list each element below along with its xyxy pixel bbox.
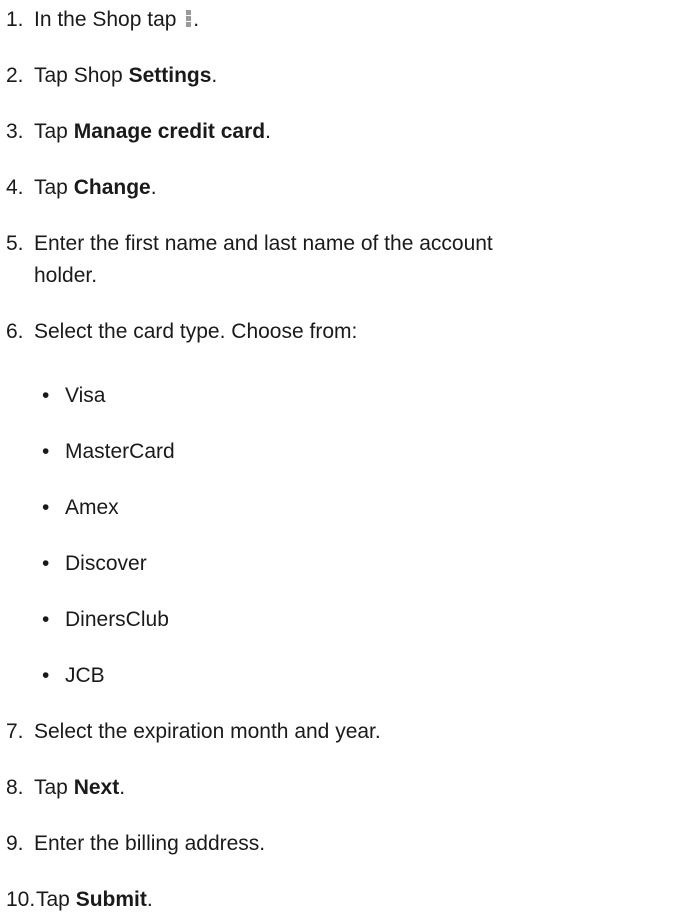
bullet: • bbox=[42, 496, 50, 519]
step-text-post: . bbox=[265, 120, 271, 143]
step-text-bold: Settings bbox=[128, 64, 212, 87]
step-number: 9. bbox=[6, 832, 24, 855]
kebab-menu-icon bbox=[186, 10, 192, 28]
step-text: Tap Submit. bbox=[36, 887, 683, 913]
step-number: 8. bbox=[6, 776, 24, 799]
step-text: Tap Manage credit card. bbox=[34, 119, 683, 145]
step-number: 7. bbox=[6, 720, 24, 743]
bullet: • bbox=[42, 384, 50, 407]
bullet: • bbox=[42, 664, 50, 687]
card-type-label: Discover bbox=[65, 552, 147, 575]
step-text: In the Shop tap . bbox=[34, 7, 683, 33]
step-text: Select the card type. Choose from: bbox=[34, 320, 358, 343]
step-number: 4. bbox=[6, 176, 24, 199]
step-text: Tap Change. bbox=[34, 175, 683, 201]
step-number: 6. bbox=[6, 320, 24, 343]
step-number: 3. bbox=[6, 120, 24, 143]
step-text-bold: Submit bbox=[75, 888, 147, 911]
bullet: • bbox=[42, 440, 50, 463]
step-text-pre: Tap bbox=[34, 776, 74, 799]
card-type-label: Amex bbox=[65, 496, 119, 519]
step-text-pre: In the Shop tap bbox=[34, 8, 177, 31]
step-text-post: . bbox=[150, 176, 157, 199]
card-type-label: JCB bbox=[65, 664, 105, 687]
step-text-post: . bbox=[146, 888, 153, 911]
step-text: Enter the billing address. bbox=[34, 832, 266, 855]
step-number: 2. bbox=[6, 64, 24, 87]
step-number: 10. bbox=[6, 888, 36, 911]
step-text: Tap Shop Settings. bbox=[34, 63, 683, 89]
card-type-label: Visa bbox=[65, 384, 106, 407]
bullet: • bbox=[42, 608, 50, 631]
step-text-bold: Manage credit card bbox=[73, 120, 266, 143]
step-text-post: . bbox=[119, 776, 126, 799]
step-text: Tap Next. bbox=[34, 775, 683, 801]
card-type-label: DinersClub bbox=[65, 608, 169, 631]
step-text-bold: Next bbox=[73, 776, 120, 799]
card-type-label: MasterCard bbox=[65, 440, 175, 463]
step-text-line-2: holder. bbox=[34, 264, 98, 287]
step-text-line-1: Enter the first name and last name of th… bbox=[34, 232, 493, 255]
step-text-post: . bbox=[211, 64, 218, 87]
step-text-pre: Tap bbox=[36, 888, 76, 911]
step-text: Select the expiration month and year. bbox=[34, 720, 381, 743]
step-number: 1. bbox=[6, 8, 24, 31]
step-text-post: . bbox=[193, 8, 200, 31]
step-text-bold: Change bbox=[73, 176, 151, 199]
step-text-pre: Tap Shop bbox=[34, 64, 129, 87]
bullet: • bbox=[42, 552, 50, 575]
step-text-pre: Tap bbox=[34, 176, 74, 199]
step-text-pre: Tap bbox=[34, 120, 74, 143]
step-number: 5. bbox=[6, 232, 24, 255]
